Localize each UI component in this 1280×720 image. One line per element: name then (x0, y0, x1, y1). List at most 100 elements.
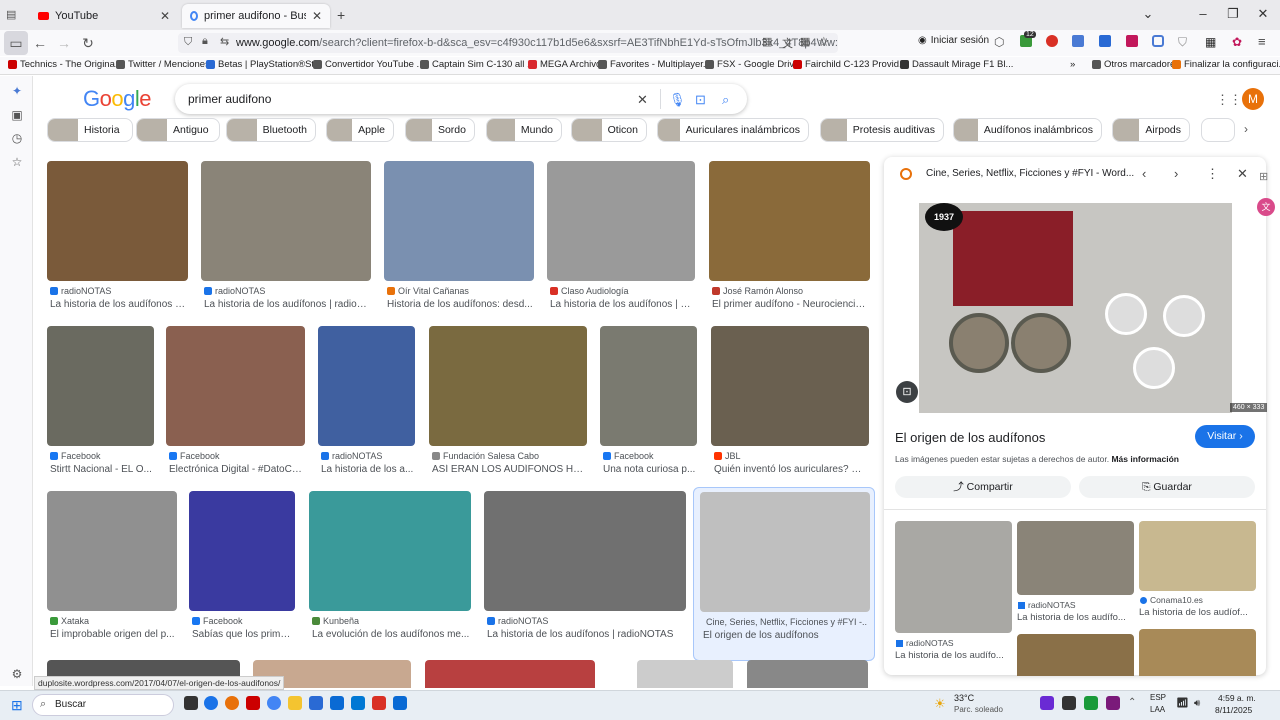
result-source[interactable]: radioNOTAS (321, 451, 412, 461)
result-image-partial[interactable] (425, 660, 595, 688)
avatar[interactable]: M (1242, 88, 1264, 110)
bookmark-item[interactable]: Otros marcadores (1092, 59, 1180, 70)
image-result[interactable]: Facebook Sabías que los prime... (189, 491, 295, 653)
translate-float-icon[interactable]: 文 (1257, 198, 1275, 216)
search-input[interactable]: primer audifono (175, 84, 747, 114)
app-icon[interactable] (246, 696, 260, 710)
result-source[interactable]: Cine, Series, Netflix, Ficciones y #FYI … (703, 617, 867, 627)
tray-icon[interactable] (1062, 696, 1076, 710)
more-bookmarks-icon[interactable]: » (1070, 59, 1075, 70)
previous-icon[interactable]: ‹ (1142, 166, 1146, 181)
result-thumbnail[interactable] (47, 326, 154, 446)
result-title[interactable]: La historia de los audífonos | C... (550, 299, 694, 310)
result-source[interactable]: Oír Vital Cañanas (387, 286, 531, 296)
clock-date[interactable]: 8/11/2025 (1215, 705, 1252, 715)
language-code[interactable]: ESP (1150, 693, 1166, 702)
result-source[interactable]: Facebook (169, 451, 302, 461)
tab-google-search[interactable]: primer audifono - Buscar con G ✕ (182, 4, 330, 28)
close-tab-icon[interactable]: ✕ (160, 9, 170, 23)
related-title[interactable]: La historia de los audífo... (1017, 612, 1126, 623)
task-view-icon[interactable] (184, 696, 198, 710)
close-window-icon[interactable]: ✕ (1248, 6, 1278, 22)
google-logo[interactable]: Google (83, 86, 152, 112)
taskbar-search[interactable] (32, 694, 174, 716)
image-result[interactable]: Claso Audiología La historia de los audíf… (547, 161, 695, 323)
image-result[interactable]: Facebook Una nota curiosa p... (600, 326, 697, 488)
result-thumbnail[interactable] (547, 161, 695, 281)
bookmark-item[interactable]: Twitter / Menciones (116, 59, 210, 70)
result-title[interactable]: La historia de los audífonos | ... (50, 299, 187, 310)
filter-chip[interactable]: Apple (326, 118, 394, 142)
result-thumbnail[interactable] (700, 492, 870, 612)
bookmark-item[interactable]: Convertidor YouTube ... (313, 59, 424, 70)
file-explorer-icon[interactable] (288, 696, 302, 710)
result-source[interactable]: Kunbeña (312, 616, 468, 626)
weather-icon[interactable]: ☀ (934, 696, 946, 712)
maximize-icon[interactable]: ❐ (1218, 6, 1248, 22)
related-title[interactable]: La historia de los audífo... (895, 650, 1004, 661)
result-thumbnail[interactable] (711, 326, 869, 446)
related-image[interactable] (1139, 521, 1256, 591)
history-icon[interactable]: ◷ (8, 131, 26, 145)
clock-time[interactable]: 4:59 a. m. (1218, 693, 1256, 703)
result-title[interactable]: La historia de los a... (321, 464, 414, 475)
synced-tabs-icon[interactable]: ▣ (8, 108, 26, 122)
filter-chip[interactable]: Airpods (1112, 118, 1190, 142)
related-image[interactable] (1017, 634, 1134, 676)
image-result[interactable]: radioNOTAS La historia de los a... (318, 326, 415, 488)
panel-source[interactable]: Cine, Series, Netflix, Ficciones y #FYI … (926, 168, 1134, 179)
new-tab-button[interactable]: + (337, 7, 345, 23)
app-icon[interactable] (393, 696, 407, 710)
forward-icon[interactable]: → (52, 31, 76, 55)
visit-button[interactable]: Visitar › (1195, 425, 1255, 448)
url-bar[interactable]: www.google.com/search?client=firefox-b-d… (178, 33, 838, 53)
result-source[interactable]: Facebook (603, 451, 694, 461)
bookmarks-icon[interactable]: ☆ (8, 155, 26, 169)
result-thumbnail[interactable] (384, 161, 534, 281)
result-image-partial[interactable] (637, 660, 733, 688)
permissions-icon[interactable]: ⇆ (220, 35, 229, 48)
result-title[interactable]: Quién inventó los auriculares? Co... (714, 464, 868, 475)
result-title[interactable]: ASÍ ERAN LOS AUDÍFONOS HA... (432, 464, 586, 475)
ai-chat-icon[interactable]: ✦ (8, 84, 26, 98)
keyboard-layout[interactable]: LAA (1150, 705, 1165, 714)
reader-view-icon[interactable]: ▤ (762, 35, 772, 48)
filter-chip[interactable]: Audífonos inalámbricos (953, 118, 1102, 142)
save-button[interactable]: ⎘ Guardar (1079, 476, 1255, 498)
more-options-icon[interactable]: ⋮ (1206, 166, 1219, 182)
screenshot-icon[interactable] (1152, 35, 1164, 47)
filter-chip[interactable]: Sordo (405, 118, 475, 142)
tray-icon[interactable] (1040, 696, 1054, 710)
result-title[interactable]: La evolución de los audífonos me... (312, 629, 470, 640)
result-title[interactable]: Stirtt Nacional - EL O... (50, 464, 153, 475)
filter-chip[interactable]: Auriculares inalámbricos (657, 118, 809, 142)
settings-gear-icon[interactable]: ⚙ (8, 667, 26, 681)
filter-chip[interactable]: Protesis auditivas (820, 118, 944, 142)
image-result[interactable]: radioNOTAS La historia de los audífonos |… (47, 161, 188, 323)
shield-icon[interactable]: ⛉ (184, 36, 192, 49)
close-tab-icon[interactable]: ✕ (312, 9, 322, 23)
image-result[interactable]: José Ramón Alonso El primer audífono - Ne… (709, 161, 870, 323)
result-thumbnail[interactable] (429, 326, 587, 446)
menu-icon[interactable]: ≡ (1258, 34, 1266, 49)
share-button[interactable]: ⤴ Compartir (895, 476, 1071, 498)
result-title[interactable]: La historia de los audífonos | radioN... (204, 299, 370, 310)
translate-extension-icon[interactable] (1099, 35, 1111, 47)
filter-chip[interactable] (1201, 118, 1235, 142)
result-source[interactable]: radioNOTAS (50, 286, 185, 296)
bookmark-item[interactable]: Favorites - Multiplayer... (598, 59, 711, 70)
lock-icon[interactable]: 🔒︎ (202, 35, 208, 48)
related-title[interactable]: La historia de los audíof... (1139, 607, 1248, 618)
result-thumbnail[interactable] (166, 326, 305, 446)
image-result[interactable]: Facebook Stirtt Nacional - EL O... (47, 326, 154, 488)
image-result[interactable]: Xataka El improbable origen del p... (47, 491, 177, 653)
image-result[interactable]: radioNOTAS La historia de los audífonos |… (201, 161, 371, 323)
grid-icon[interactable]: ▦ (800, 35, 810, 48)
search-icon[interactable]: ⌕ (722, 92, 729, 108)
image-result[interactable]: Cine, Series, Netflix, Ficciones y #FYI … (693, 487, 875, 661)
app-icon[interactable] (309, 696, 323, 710)
chips-next-icon[interactable]: › (1244, 122, 1248, 136)
tab-youtube[interactable]: YouTube ✕ (30, 4, 178, 28)
extension-icon[interactable] (1126, 35, 1138, 47)
store-icon[interactable] (330, 696, 344, 710)
